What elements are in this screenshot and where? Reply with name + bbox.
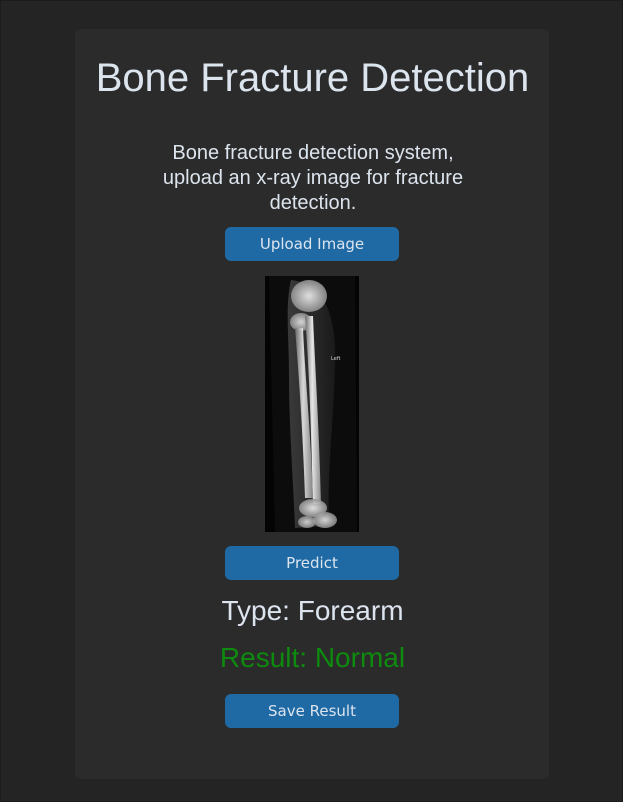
forearm-xray-image — [265, 276, 359, 532]
prediction-result-label: Result: Normal — [219, 642, 406, 673]
xray-side-marker: Left — [331, 356, 341, 362]
upload-image-button[interactable]: Upload Image — [225, 227, 399, 261]
predict-button[interactable]: Predict — [225, 546, 399, 580]
save-result-button[interactable]: Save Result — [225, 694, 399, 728]
page-title: Bone Fracture Detection — [95, 56, 530, 100]
app-window: Bone Fracture Detection Bone fracture de… — [0, 0, 623, 802]
app-description: Bone fracture detection system, upload a… — [162, 142, 464, 214]
xray-image-preview: Left — [265, 276, 359, 532]
fracture-type-label: Type: Forearm — [221, 595, 404, 626]
